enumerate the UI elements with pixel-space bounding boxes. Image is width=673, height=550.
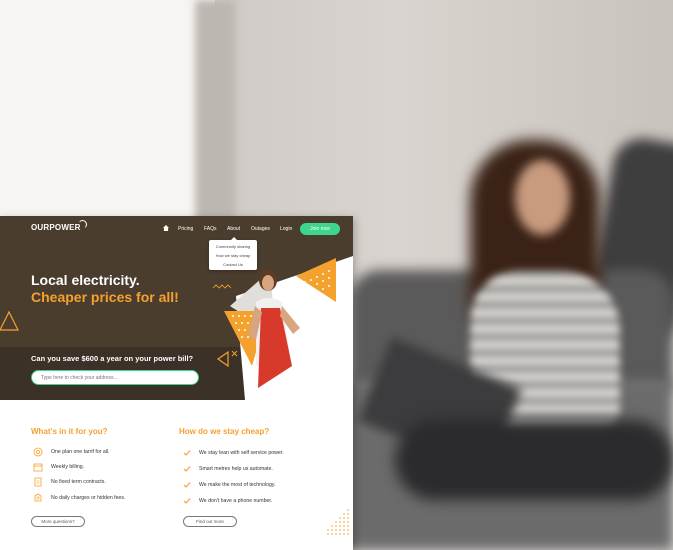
nav-pricing[interactable]: Pricing [178,226,193,232]
home-icon[interactable] [163,225,169,231]
cheap-reason-item: Smart metres help us automate. [199,466,273,472]
fees-icon [34,493,42,502]
x-decoration [231,350,238,357]
contract-icon [34,477,42,487]
whats-in-it-title: What's in it for you? [31,427,108,436]
zigzag-decoration [212,284,232,289]
top-nav: OURPOWER Pricing FAQs About Outages Logi… [0,216,353,242]
hero-section: OURPOWER Pricing FAQs About Outages Logi… [0,216,353,400]
about-dropdown: Community sharing How we stay cheap Cont… [209,237,257,270]
stay-cheap-title: How do we stay cheap? [179,427,270,436]
brand-logo[interactable]: OURPOWER [31,223,81,232]
address-search-input[interactable] [31,370,199,385]
dropdown-item-contact-us[interactable]: Contact Us [209,262,257,267]
dropdown-item-community-sharing[interactable]: Community sharing [209,244,257,249]
join-now-button[interactable]: Join now [300,223,340,235]
savings-question: Can you save $600 a year on your power b… [31,354,194,363]
background-person-legs [395,420,673,500]
cheap-reason-item: We make the most of technology. [199,482,276,488]
check-icon [183,482,191,488]
nav-login[interactable]: Login [280,226,292,232]
background-window-frame [195,0,235,230]
benefit-item: Weekly billing. [51,464,85,470]
dropdown-item-how-we-stay-cheap[interactable]: How we stay cheap [209,253,257,258]
check-icon [183,466,191,472]
check-icon [183,498,191,504]
more-questions-button[interactable]: More questions? [31,516,85,527]
plan-icon [33,447,43,457]
nav-about[interactable]: About [227,226,240,232]
outline-triangle-small [216,350,229,368]
nav-faqs[interactable]: FAQs [204,226,217,232]
outline-triangle-left [0,310,19,331]
logo-arc-icon [78,220,87,229]
cheap-reason-item: We don't have a phone number. [199,498,273,504]
hero-headline: Local electricity. [31,272,140,288]
website-mockup: OURPOWER Pricing FAQs About Outages Logi… [0,216,353,550]
find-out-more-button[interactable]: Find out more [183,516,237,527]
background-window [0,0,215,230]
calendar-icon [33,463,43,472]
benefit-item: No daily charges or hidden fees. [51,495,126,501]
nav-outages[interactable]: Outages [251,226,270,232]
background-person-face [515,160,570,235]
dropdown-caret [231,237,237,240]
hero-subheadline: Cheaper prices for all! [31,289,179,305]
cheap-reason-item: We stay lean with self service power. [199,450,284,456]
benefit-item: One plan one tarrif for all. [51,449,110,455]
corner-dots-decoration [327,509,349,535]
benefit-item: No fixed term contracts. [51,479,106,485]
check-icon [183,450,191,456]
